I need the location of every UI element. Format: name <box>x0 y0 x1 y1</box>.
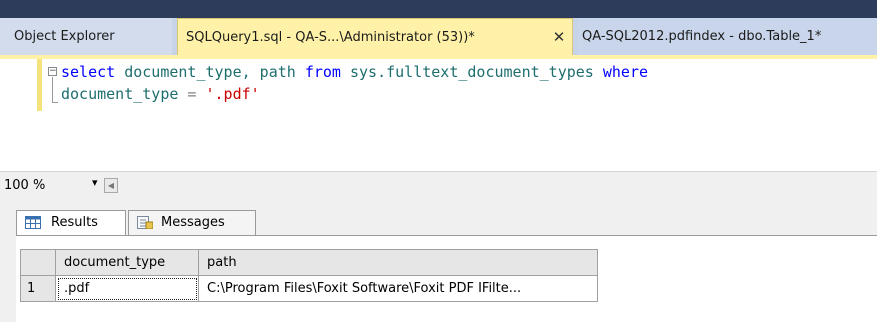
code-string-literal: '.pdf' <box>205 85 260 103</box>
tab-results[interactable]: Results <box>16 210 126 235</box>
tab-results-label: Results <box>51 215 98 230</box>
column-header-document-type[interactable]: document_type <box>55 249 199 276</box>
changed-lines-marker <box>37 59 42 111</box>
zoom-level[interactable]: 100 % <box>4 178 45 193</box>
tab-object-explorer[interactable]: Object Explorer <box>0 18 172 55</box>
results-grid: document_type path 1 .pdf C:\Program Fil… <box>20 249 598 302</box>
code-operator: = <box>178 85 206 103</box>
table-row: 1 .pdf C:\Program Files\Foxit Software\F… <box>20 275 598 302</box>
scroll-left-icon[interactable]: ◀ <box>104 178 118 193</box>
fold-line <box>52 77 53 103</box>
messages-icon <box>137 216 153 229</box>
cell-path[interactable]: C:\Program Files\Foxit Software\Foxit PD… <box>198 275 598 302</box>
grid-corner[interactable] <box>20 249 56 276</box>
code-line-2: document_type = '.pdf' <box>61 83 260 105</box>
tab-messages[interactable]: Messages <box>128 210 256 235</box>
grid-icon <box>25 216 41 229</box>
keyword-from: from <box>304 63 341 81</box>
tab-object-explorer-label: Object Explorer <box>14 29 115 44</box>
cell-document-type[interactable]: .pdf <box>55 275 199 302</box>
keyword-where: where <box>602 63 649 81</box>
results-panel: Results Messages document_type path 1 .p… <box>0 200 877 323</box>
code-identifier: document_type <box>61 85 179 103</box>
tab-table-design[interactable]: QA-SQL2012.pdfindex - dbo.Table_1* <box>578 18 877 55</box>
query-editor[interactable]: − select document_type, path from sys.fu… <box>0 59 877 171</box>
document-tab-strip: Object Explorer SQLQuery1.sql - QA-S...\… <box>0 0 877 55</box>
code-text: sys.fulltext_document_types <box>340 63 603 81</box>
editor-status-bar: 100 % ▾ ◀ <box>0 171 877 200</box>
title-band <box>0 0 877 18</box>
results-grid-panel: document_type path 1 .pdf C:\Program Fil… <box>16 235 877 323</box>
code-line-1: select document_type, path from sys.full… <box>61 61 648 83</box>
keyword-select: select <box>61 63 116 81</box>
tab-sqlquery1-label: SQLQuery1.sql - QA-S...\Administrator (5… <box>186 30 475 45</box>
close-icon[interactable]: ✕ <box>550 19 568 56</box>
collapse-icon[interactable]: − <box>48 67 57 76</box>
fold-end <box>52 102 58 103</box>
grid-header-row: document_type path <box>20 249 598 276</box>
column-header-path[interactable]: path <box>198 249 598 276</box>
tab-table-design-label: QA-SQL2012.pdfindex - dbo.Table_1* <box>582 29 822 44</box>
row-number[interactable]: 1 <box>20 275 56 302</box>
tab-messages-label: Messages <box>161 215 225 230</box>
zoom-dropdown-icon[interactable]: ▾ <box>92 176 98 189</box>
code-text: document_type, path <box>115 63 305 81</box>
tab-sqlquery1[interactable]: SQLQuery1.sql - QA-S...\Administrator (5… <box>177 18 573 55</box>
